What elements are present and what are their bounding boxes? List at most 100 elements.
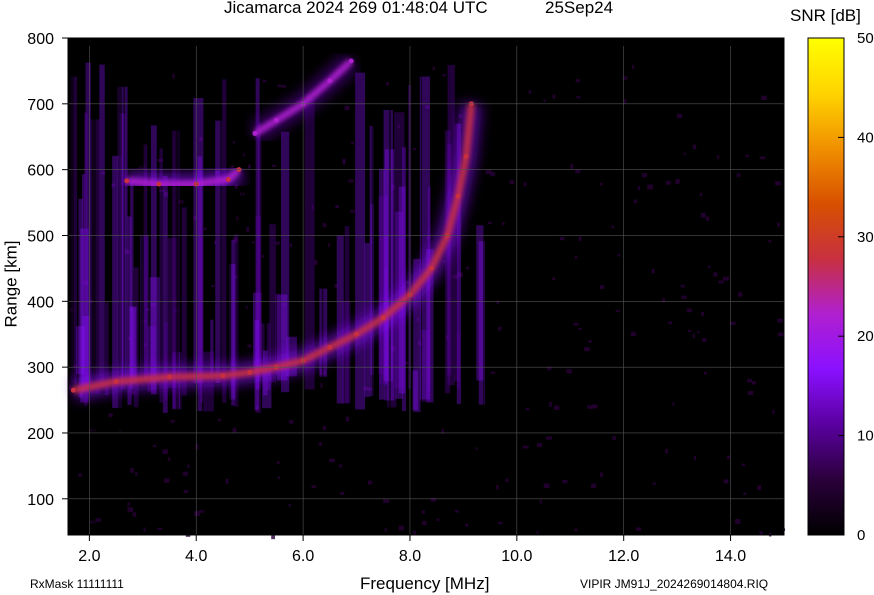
noise-cell	[576, 96, 581, 99]
interference-stripe	[140, 61, 145, 535]
noise-cell	[525, 408, 530, 411]
noise-cell	[262, 79, 267, 83]
trace-point	[247, 369, 253, 375]
noise-cell	[600, 472, 604, 477]
noise-cell	[247, 164, 251, 169]
noise-cell	[591, 483, 597, 488]
noise-cell	[157, 527, 163, 530]
noise-cell	[747, 378, 752, 383]
noise-cell	[757, 485, 762, 490]
noise-cell	[599, 182, 603, 186]
noise-cell	[340, 492, 345, 495]
noise-cell	[348, 179, 354, 183]
x-tick-label: 2.0	[78, 548, 100, 565]
noise-cell	[172, 74, 175, 79]
noise-cell	[680, 284, 685, 288]
echo-column	[149, 277, 160, 383]
noise-cell	[345, 416, 350, 422]
noise-cell	[247, 344, 252, 348]
noise-cell	[705, 216, 710, 221]
noise-cell	[600, 285, 605, 289]
noise-cell	[167, 457, 171, 461]
noise-cell	[422, 521, 427, 526]
noise-cell	[277, 84, 283, 87]
noise-cell	[759, 156, 766, 160]
noise-cell	[647, 184, 653, 190]
noise-cell	[630, 331, 636, 337]
noise-cell	[327, 243, 331, 247]
noise-cell	[672, 402, 675, 406]
noise-cell	[466, 266, 469, 270]
noise-cell	[454, 510, 459, 513]
trace-point	[380, 315, 386, 321]
noise-cell	[386, 82, 389, 86]
noise-cell	[490, 371, 496, 374]
noise-cell	[588, 339, 592, 343]
noise-cell	[665, 448, 668, 454]
echo-column	[222, 79, 227, 403]
noise-cell	[490, 171, 495, 177]
noise-cell	[342, 158, 346, 164]
noise-cell	[578, 236, 582, 241]
noise-cell	[775, 181, 781, 186]
noise-cell	[759, 531, 764, 535]
trace-point	[252, 130, 258, 136]
x-tick-label: 6.0	[292, 548, 314, 565]
echo-column	[407, 84, 412, 389]
noise-cell	[430, 497, 437, 502]
noise-cell	[611, 225, 614, 229]
interference-stripe	[189, 61, 192, 535]
noise-cell	[528, 89, 532, 94]
echo-column	[85, 62, 91, 387]
interference-stripe	[241, 61, 244, 535]
noise-cell	[198, 510, 205, 513]
noise-cell	[289, 419, 294, 424]
noise-cell	[368, 480, 373, 485]
noise-cell	[713, 272, 718, 277]
noise-cell	[745, 154, 749, 157]
noise-cell	[697, 331, 700, 334]
noise-cell	[152, 444, 157, 448]
noise-cell	[127, 507, 134, 513]
noise-cell	[562, 479, 568, 484]
noise-cell	[718, 280, 724, 284]
noise-cell	[289, 243, 293, 248]
interference-stripe	[175, 61, 179, 535]
trace-point	[113, 379, 119, 385]
noise-cell	[497, 326, 502, 331]
trace-point	[273, 117, 279, 123]
noise-cell	[536, 442, 543, 448]
interference-stripe	[92, 61, 96, 535]
noise-cell	[329, 458, 335, 463]
noise-cell	[651, 268, 655, 274]
noise-cell	[338, 464, 343, 468]
noise-cell	[727, 455, 730, 460]
noise-cell	[314, 260, 318, 265]
noise-cell	[574, 528, 578, 531]
noise-cell	[164, 478, 170, 483]
interference-stripe	[237, 61, 241, 535]
x-tick-label: 12.0	[608, 548, 639, 565]
noise-cell	[132, 512, 137, 517]
noise-cell	[232, 141, 236, 144]
noise-cell	[498, 521, 503, 525]
noise-cell	[584, 347, 590, 352]
interference-stripe	[70, 61, 74, 535]
noise-cell	[344, 105, 350, 111]
noise-cell	[701, 311, 704, 316]
noise-cell	[271, 534, 276, 540]
noise-cell	[735, 519, 741, 524]
noise-cell	[203, 227, 207, 230]
trace-point	[354, 331, 360, 337]
noise-cell	[575, 79, 581, 83]
interference-stripe	[228, 61, 232, 535]
noise-cell	[383, 499, 390, 503]
noise-cell	[546, 436, 552, 440]
colorbar-tick-label: 20	[857, 328, 874, 345]
noise-cell	[743, 492, 747, 495]
noise-cell	[211, 284, 215, 287]
echo-column	[475, 225, 485, 381]
noise-cell	[398, 525, 405, 531]
echo-column	[99, 64, 105, 387]
echo-column	[412, 370, 419, 411]
